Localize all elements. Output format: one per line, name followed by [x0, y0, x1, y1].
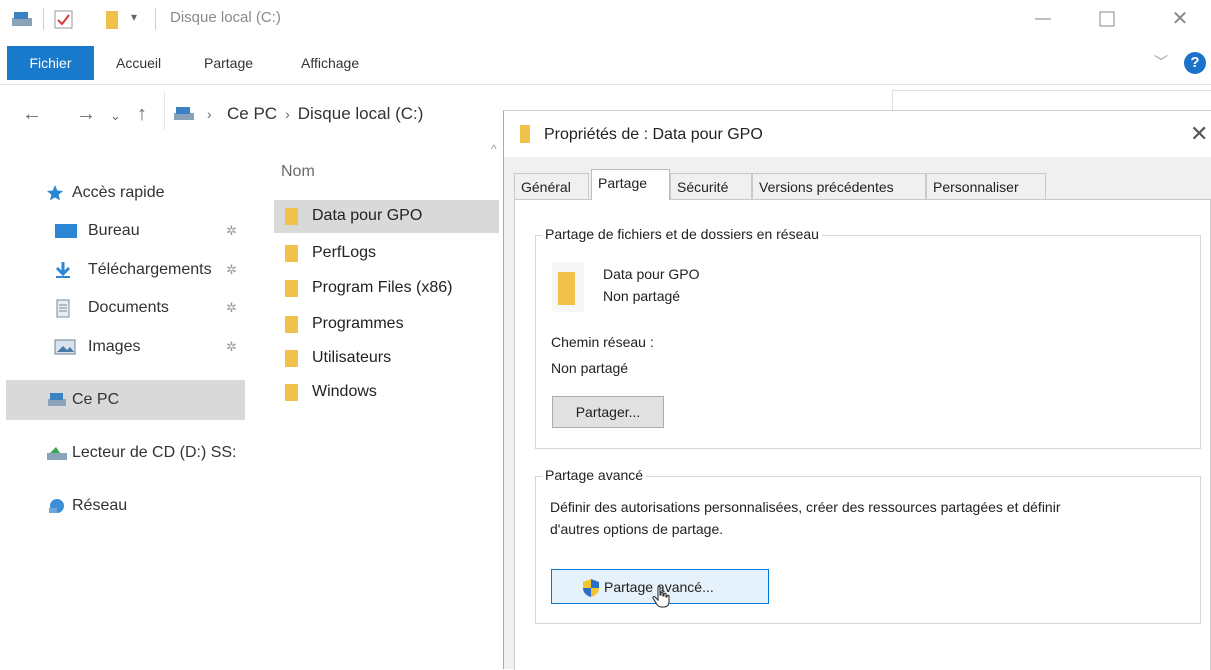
folder-icon [520, 125, 530, 143]
breadcrumb-disque-local[interactable]: Disque local (C:) [298, 104, 424, 123]
column-header-nom[interactable]: Nom [281, 163, 315, 181]
tab-fichier[interactable]: Fichier [7, 46, 94, 80]
folder-icon [285, 280, 298, 297]
desktop-icon [54, 222, 77, 240]
tab-personnaliser[interactable]: Personnaliser [926, 173, 1046, 199]
computer-icon [172, 104, 198, 124]
ribbon [0, 40, 1211, 85]
network-path-label: Chemin réseau : [551, 334, 654, 350]
cd-drive-icon [46, 444, 67, 462]
properties-dialog: Propriétés de : Data pour GPO ✕ Général … [503, 110, 1211, 670]
close-icon[interactable]: ✕ [1190, 121, 1208, 147]
folder-icon [285, 350, 298, 367]
sidebar-item-ce-pc[interactable]: Ce PC [6, 380, 245, 420]
sidebar-item-telechargements[interactable]: Téléchargements ✲ [0, 252, 250, 288]
sidebar-item-bureau[interactable]: Bureau ✲ [0, 213, 250, 249]
file-row[interactable]: PerfLogs [274, 237, 499, 270]
uac-shield-icon [582, 578, 600, 598]
close-icon[interactable]: ✕ [1165, 6, 1195, 32]
hand-cursor-icon [652, 585, 670, 609]
tab-general[interactable]: Général [514, 173, 589, 199]
new-folder-icon[interactable] [105, 10, 119, 30]
sidebar-item-documents[interactable]: Documents ✲ [0, 290, 250, 326]
tab-securite[interactable]: Sécurité [670, 173, 752, 199]
separator [155, 8, 156, 30]
group-title: Partage avancé [542, 467, 647, 483]
help-icon[interactable]: ? [1184, 52, 1206, 74]
breadcrumb: Ce PC › Disque local (C:) [227, 104, 423, 124]
drive-icon[interactable] [10, 10, 36, 30]
computer-icon [46, 391, 66, 409]
shared-folder-name: Data pour GPO [603, 266, 700, 282]
sidebar-item-acces-rapide[interactable]: Accès rapide [0, 175, 250, 211]
file-row[interactable]: Utilisateurs [274, 342, 499, 375]
images-icon [54, 338, 76, 356]
share-status: Non partagé [603, 288, 681, 304]
file-row[interactable]: Programmes [274, 308, 499, 341]
group-title: Partage de fichiers et de dossiers en ré… [542, 226, 822, 242]
minimize-icon[interactable]: — [1028, 6, 1058, 32]
file-row[interactable]: Data pour GPO [274, 200, 499, 233]
folder-icon [285, 384, 298, 401]
tab-affichage[interactable]: Affichage [301, 46, 359, 80]
dialog-title: Propriétés de : Data pour GPO [544, 126, 763, 143]
pin-icon[interactable]: ✲ [226, 262, 237, 278]
document-icon [54, 299, 72, 318]
sidebar-item-images[interactable]: Images ✲ [0, 329, 250, 365]
advanced-description-line2: d'autres options de partage. [550, 521, 724, 537]
tab-panel-partage: Partage de fichiers et de dossiers en ré… [514, 199, 1211, 670]
maximize-icon[interactable] [1092, 6, 1122, 32]
dialog-title-bar: Propriétés de : Data pour GPO ✕ [504, 111, 1211, 157]
breadcrumb-chevron-icon[interactable]: › [207, 106, 212, 122]
breadcrumb-ce-pc[interactable]: Ce PC [227, 104, 277, 123]
forward-arrow-icon[interactable]: → [76, 103, 96, 126]
tab-partage[interactable]: Partage [591, 169, 670, 200]
back-arrow-icon[interactable]: ← [22, 103, 42, 126]
star-icon [46, 184, 64, 202]
advanced-description-line1: Définir des autorisations personnalisées… [550, 499, 1061, 515]
tab-accueil[interactable]: Accueil [116, 46, 161, 80]
network-sharing-group: Partage de fichiers et de dossiers en ré… [535, 226, 1201, 449]
properties-check-icon[interactable] [54, 10, 74, 30]
file-row[interactable]: Windows [274, 376, 499, 409]
folder-icon [285, 208, 298, 225]
sidebar-item-reseau[interactable]: Réseau [0, 488, 250, 524]
download-icon [54, 261, 72, 279]
network-path-value: Non partagé [551, 360, 629, 376]
network-icon [46, 497, 64, 515]
tab-partage[interactable]: Partage [204, 46, 253, 80]
share-button[interactable]: Partager... [552, 396, 664, 428]
recent-locations-icon[interactable]: ⌄ [110, 108, 121, 124]
pin-icon[interactable]: ✲ [226, 300, 237, 316]
separator [43, 8, 44, 30]
advanced-sharing-group: Partage avancé Définir des autorisations… [535, 467, 1201, 624]
sidebar-item-lecteur-cd[interactable]: Lecteur de CD (D:) SS: [0, 435, 250, 471]
window-title: Disque local (C:) [170, 9, 281, 26]
expand-ribbon-icon[interactable]: ﹀ [1154, 52, 1168, 72]
pin-icon[interactable]: ✲ [226, 223, 237, 239]
title-bar: ▾ Disque local (C:) — ✕ [0, 0, 1211, 40]
pin-icon[interactable]: ✲ [226, 339, 237, 355]
quick-access-dropdown-icon[interactable]: ▾ [131, 10, 137, 24]
up-arrow-icon[interactable]: ↑ [137, 103, 147, 126]
tab-versions-precedentes[interactable]: Versions précédentes [752, 173, 926, 199]
folder-icon [285, 316, 298, 333]
breadcrumb-chevron-icon[interactable]: › [285, 106, 290, 122]
file-row[interactable]: Program Files (x86) [274, 272, 499, 305]
folder-icon [552, 262, 584, 312]
sort-ascending-icon: ^ [491, 142, 497, 156]
folder-icon [285, 245, 298, 262]
